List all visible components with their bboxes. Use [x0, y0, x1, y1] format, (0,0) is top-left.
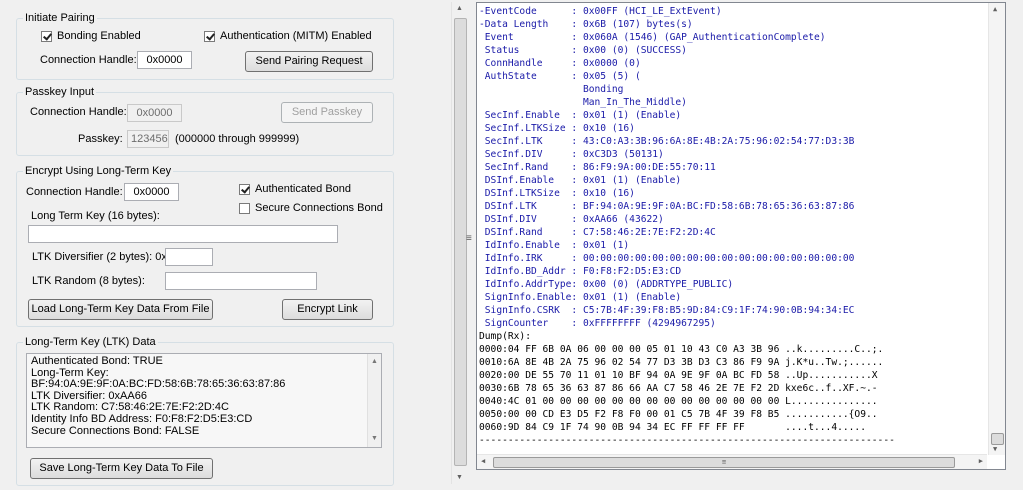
ltk-data-line: Secure Connections Bond: FALSE	[31, 424, 200, 437]
ltk-diversifier-input[interactable]	[165, 248, 213, 266]
log-line: Status : 0x00 (0) (SUCCESS)	[479, 45, 687, 56]
ltk-diversifier-label: LTK Diversifier (2 bytes): 0x	[32, 251, 167, 263]
ltk-data-textarea[interactable]: Authenticated Bond: TRUE Long-Term Key: …	[26, 353, 382, 448]
log-line: SecInf.DIV : 0xC3D3 (50131)	[479, 149, 664, 160]
ltk-data-line: Identity Info BD Address: F0:F8:F2:D5:E3…	[31, 412, 253, 425]
dump-line: 0050:00 00 CD E3 D5 F2 F8 F0 00 01 C5 7B…	[479, 409, 878, 420]
log-scroll-thumb[interactable]	[991, 433, 1004, 445]
log-line: -EventCode : 0x00FF (HCI_LE_ExtEvent)	[479, 6, 722, 17]
log-line: SecInf.Rand : 86:F9:9A:00:DE:55:70:11	[479, 162, 716, 173]
encrypt-ltk-title: Encrypt Using Long-Term Key	[23, 165, 174, 177]
initiate-pairing-title: Initiate Pairing	[23, 12, 97, 24]
auth-mitm-check-icon[interactable]	[204, 30, 215, 42]
log-line: DSInf.Rand : C7:58:46:2E:7E:F2:2D:4C	[479, 227, 716, 238]
log-line: SecInf.Enable : 0x01 (1) (Enable)	[479, 110, 682, 121]
log-scroll-right-icon[interactable]: ▶	[979, 457, 983, 465]
log-line: Bonding	[479, 84, 624, 95]
log-line: SecInf.LTK : 43:C0:A3:3B:96:6A:8E:4B:2A:…	[479, 136, 855, 147]
log-scroll-down-icon[interactable]: ▼	[993, 445, 997, 453]
send-pairing-request-button[interactable]: Send Pairing Request	[245, 51, 373, 72]
encrypt-conn-handle-input[interactable]: 0x0000	[124, 183, 179, 201]
log-line: Man_In_The_Middle)	[479, 97, 687, 108]
log-line: ConnHandle : 0x0000 (0)	[479, 58, 641, 69]
ltk-data-scrollbar[interactable]: ▲ ▼	[367, 354, 381, 447]
passkey-range-label: (000000 through 999999)	[175, 133, 300, 145]
log-line: IdInfo.BD_Addr : F0:F8:F2:D5:E3:CD	[479, 266, 682, 277]
log-line: IdInfo.Enable : 0x01 (1)	[479, 240, 630, 251]
pairing-conn-handle-input[interactable]: 0x0000	[137, 51, 192, 69]
auth-mitm-label: Authentication (MITM) Enabled	[220, 30, 372, 42]
left-scroll-up-icon[interactable]: ▲	[456, 5, 463, 12]
log-line: DSInf.DIV : 0xAA66 (43622)	[479, 214, 664, 225]
authenticated-bond-checkbox[interactable]: Authenticated Bond	[239, 183, 351, 195]
bonding-enabled-checkbox[interactable]: Bonding Enabled	[41, 30, 141, 42]
save-ltk-data-button[interactable]: Save Long-Term Key Data To File	[30, 458, 213, 479]
log-scroll-left-icon[interactable]: ◀	[481, 457, 485, 465]
bonding-enabled-label: Bonding Enabled	[57, 30, 141, 42]
passkey-input-title: Passkey Input	[23, 86, 97, 98]
send-passkey-button[interactable]: Send Passkey	[281, 102, 373, 123]
bonding-check-icon[interactable]	[41, 30, 52, 42]
log-line: SecInf.LTKSize : 0x10 (16)	[479, 123, 635, 134]
log-line: DSInf.LTK : BF:94:0A:9E:9F:0A:BC:FD:58:6…	[479, 201, 855, 212]
message-log[interactable]: -EventCode : 0x00FF (HCI_LE_ExtEvent) -Da…	[476, 2, 1006, 470]
log-line: IdInfo.AddrType: 0x00 (0) (ADDRTYPE_PUBL…	[479, 279, 734, 290]
auth-mitm-checkbox[interactable]: Authentication (MITM) Enabled	[204, 30, 372, 42]
dump-line: 0040:4C 01 00 00 00 00 00 00 00 00 00 00…	[479, 396, 878, 407]
pairing-conn-handle-label: Connection Handle:	[40, 54, 137, 66]
passkey-conn-handle-label: Connection Handle:	[30, 106, 127, 118]
ltk-random-input[interactable]	[165, 272, 317, 290]
passkey-conn-handle-input[interactable]: 0x0000	[127, 104, 182, 122]
dump-line: 0000:04 FF 6B 0A 06 00 00 00 05 01 10 43…	[479, 344, 884, 355]
dump-line: Dump(Rx):	[479, 331, 531, 342]
dump-line: ----------------------------------------…	[479, 435, 895, 446]
passkey-label: Passkey:	[78, 133, 123, 145]
encrypt-link-button[interactable]: Encrypt Link	[282, 299, 373, 320]
secure-connections-bond-checkbox[interactable]: Secure Connections Bond	[239, 202, 383, 214]
dump-line: 0060:9D 84 C9 1F 74 90 0B 94 34 EC FF FF…	[479, 422, 866, 433]
log-line: SignCounter : 0xFFFFFFFF (4294967295)	[479, 318, 716, 329]
ltk-label: Long Term Key (16 bytes):	[31, 210, 160, 222]
dump-line: 0030:6B 78 65 36 63 87 86 66 AA C7 58 46…	[479, 383, 878, 394]
log-line: SignInfo.CSRK : C5:7B:4F:39:F8:B5:9D:84:…	[479, 305, 855, 316]
log-line: IdInfo.IRK : 00:00:00:00:00:00:00:00:00:…	[479, 253, 855, 264]
splitter-grip-icon[interactable]: ≡	[466, 233, 472, 244]
scroll-down-arrow-icon[interactable]: ▼	[371, 433, 378, 445]
log-line: -Data Length : 0x6B (107) bytes(s)	[479, 19, 693, 30]
ltk-data-title: Long-Term Key (LTK) Data	[23, 336, 158, 348]
ltk-data-line: Authenticated Bond: TRUE	[31, 355, 163, 367]
log-scrollbar[interactable]: ▲ ▼	[988, 3, 1005, 455]
secure-connections-bond-label: Secure Connections Bond	[255, 202, 383, 214]
panel-splitter[interactable]: ≡	[466, 0, 475, 490]
secure-connections-bond-check-icon[interactable]	[239, 202, 250, 214]
log-line: DSInf.Enable : 0x01 (1) (Enable)	[479, 175, 682, 186]
log-scroll-up-icon[interactable]: ▲	[993, 5, 997, 13]
log-hscroll-thumb[interactable]: ≡	[493, 457, 955, 468]
dump-line: 0020:00 DE 55 70 11 01 10 BF 94 0A 9E 9F…	[479, 370, 878, 381]
scroll-up-arrow-icon[interactable]: ▲	[371, 356, 378, 368]
dump-line: 0010:6A 8E 4B 2A 75 96 02 54 77 D3 3B D3…	[479, 357, 884, 368]
log-line: SignInfo.Enable: 0x01 (1) (Enable)	[479, 292, 682, 303]
log-line: Event : 0x060A (1546) (GAP_Authenticatio…	[479, 32, 826, 43]
left-panel: Initiate Pairing Bonding Enabled Authent…	[0, 0, 468, 490]
log-line: DSInf.LTKSize : 0x10 (16)	[479, 188, 635, 199]
log-hscrollbar[interactable]: ◀ ≡ ▶	[477, 454, 987, 469]
ltk-input[interactable]	[28, 225, 338, 243]
left-scroll-down-icon[interactable]: ▼	[456, 474, 463, 481]
log-line: AuthState : 0x05 (5) (	[479, 71, 641, 82]
passkey-input[interactable]: 123456	[127, 130, 169, 148]
authenticated-bond-check-icon[interactable]	[239, 183, 250, 195]
encrypt-conn-handle-label: Connection Handle:	[26, 186, 123, 198]
load-ltk-data-button[interactable]: Load Long-Term Key Data From File	[28, 299, 213, 320]
ltk-random-label: LTK Random (8 bytes):	[32, 275, 145, 287]
authenticated-bond-label: Authenticated Bond	[255, 183, 352, 195]
